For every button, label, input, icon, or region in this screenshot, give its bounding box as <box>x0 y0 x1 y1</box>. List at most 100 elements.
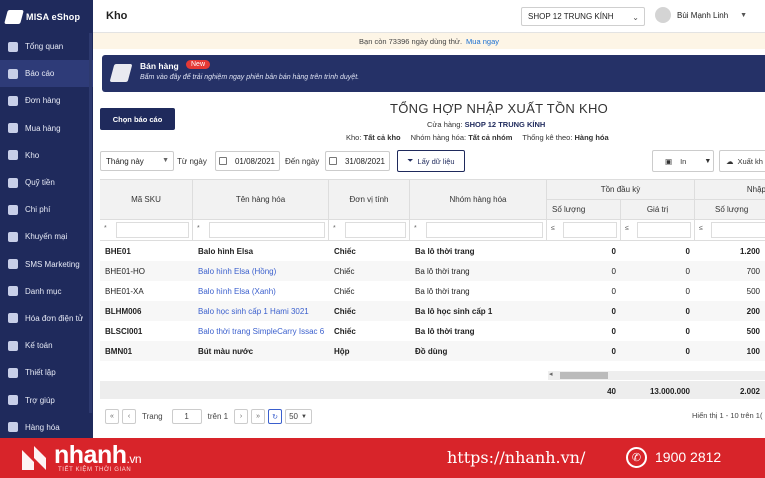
footer-url[interactable]: https://nhanh.vn/ <box>447 448 585 467</box>
sidebar-item[interactable]: Đơn hàng <box>0 87 93 114</box>
sms-icon <box>8 259 18 270</box>
footer-phone[interactable]: 1900 2812 <box>655 449 721 465</box>
filter-input-name[interactable] <box>209 222 325 238</box>
sidebar-item[interactable]: Báo cáo <box>0 60 93 88</box>
last-page-icon[interactable]: » <box>251 409 266 424</box>
cell-name[interactable]: Balo học sinh cấp 1 Hami 3021 <box>193 301 329 321</box>
chevron-down-icon: ▼ <box>704 157 712 165</box>
sidebar-item[interactable]: Chi phí <box>0 196 93 223</box>
table-row[interactable]: BLHM006 Balo học sinh cấp 1 Hami 3021 Chiế… <box>100 301 765 321</box>
sidebar-item-label: SMS Marketing <box>25 259 80 269</box>
sidebar-item-label: Kho <box>25 150 40 160</box>
sidebar-item[interactable]: Tổng quan <box>0 33 93 60</box>
col-header-sku[interactable]: Mã SKU <box>100 180 193 220</box>
stat-label: Thống kê theo: <box>522 133 573 142</box>
filter-operator[interactable]: ≤ <box>551 225 555 232</box>
horizontal-scrollbar[interactable]: ◂ <box>548 371 765 380</box>
scrollbar-thumb[interactable] <box>560 372 608 379</box>
filter-operator[interactable]: ≤ <box>699 225 703 232</box>
cell-sku: BLSCI001 <box>105 326 143 336</box>
filter-cell-opening-val: ≤ <box>621 220 695 241</box>
cell-name[interactable]: Bút màu nước <box>193 341 329 361</box>
to-date-input[interactable]: 31/08/2021 <box>325 151 390 171</box>
sidebar-item[interactable]: Quỹ tiền <box>0 169 93 196</box>
cell-unit: Chiếc <box>334 306 356 316</box>
cell-name[interactable]: Balo hình Elsa (Xanh) <box>193 281 329 301</box>
sidebar-item-label: Danh mục <box>25 286 62 296</box>
filter-input-opening-qty[interactable] <box>563 222 617 238</box>
col-header-name[interactable]: Tên hàng hóa <box>193 180 329 220</box>
next-page-icon[interactable]: › <box>234 409 249 424</box>
filter-operator[interactable]: * <box>104 225 107 232</box>
banner-description: Bấm vào đây để trải nghiệm ngay phiên bả… <box>140 74 360 81</box>
refresh-icon[interactable]: ↻ <box>268 409 283 424</box>
stat-value: Hàng hóa <box>574 133 609 142</box>
prev-page-icon[interactable]: ‹ <box>122 409 136 424</box>
col-header-opening-qty[interactable]: Số lượng <box>547 200 621 220</box>
table-row[interactable]: BLSCI001 Balo thời trang SimpleCarry Issa… <box>100 321 765 341</box>
sidebar-item[interactable]: Mua hàng <box>0 115 93 142</box>
cell-group: Ba lô thời trang <box>415 266 470 276</box>
page-size-select[interactable]: 50 ▼ <box>285 409 313 424</box>
col-header-unit[interactable]: Đơn vị tính <box>329 180 410 220</box>
filter-operator[interactable]: ≤ <box>625 225 629 232</box>
sidebar-item[interactable]: Thiết lập <box>0 359 93 386</box>
filter-input-import-qty[interactable] <box>711 222 765 238</box>
filter-cell-unit: * <box>329 220 410 241</box>
col-header-opening-val[interactable]: Giá trị <box>621 200 695 220</box>
table-row[interactable]: BHE01 Balo hình Elsa Chiếc Ba lô thời trang… <box>100 241 765 261</box>
page-input[interactable]: 1 <box>171 409 202 424</box>
calendar-icon[interactable] <box>329 157 337 165</box>
brand-tagline: TIẾT KIỆM THỜI GIAN <box>58 467 132 473</box>
from-date-input[interactable]: 01/08/2021 <box>215 151 280 171</box>
choose-report-button[interactable]: Chọn báo cáo <box>100 108 175 130</box>
load-data-button[interactable]: ⏷ Lấy dữ liệu <box>397 150 465 172</box>
cell-group: Ba lô thời trang <box>415 326 475 336</box>
sidebar-item[interactable]: Trợ giúp <box>0 386 93 413</box>
filter-operator[interactable]: * <box>333 225 336 232</box>
sidebar-scrollbar[interactable] <box>89 33 92 413</box>
sidebar-item[interactable]: Hàng hóa <box>0 414 93 441</box>
sidebar-item[interactable]: Khuyến mại <box>0 223 93 250</box>
report-table: Mã SKU Tên hàng hóa Đơn vị tính Nhóm hàn… <box>100 179 765 399</box>
filter-input-unit[interactable] <box>345 222 406 238</box>
col-header-import-qty[interactable]: Số lượng <box>695 200 765 220</box>
logo[interactable]: MISA eShop <box>0 0 93 33</box>
filter-operator[interactable]: * <box>414 225 417 232</box>
cell-sku: BHE01-HO <box>105 266 146 276</box>
sidebar-item[interactable]: Hóa đơn điện tử <box>0 305 93 332</box>
accounting-icon <box>8 340 18 351</box>
calendar-icon[interactable] <box>219 157 227 165</box>
print-button[interactable]: ▣ In ▼ <box>652 150 714 172</box>
export-button[interactable]: ☁ Xuất kh <box>719 150 765 172</box>
filter-operator[interactable]: * <box>197 225 200 232</box>
sidebar-item[interactable]: SMS Marketing <box>0 251 93 278</box>
cell-name[interactable]: Balo hình Elsa <box>193 241 329 261</box>
first-page-icon[interactable]: « <box>105 409 119 424</box>
filter-input-group[interactable] <box>426 222 543 238</box>
sidebar-item-label: Thiết lập <box>25 368 56 378</box>
col-header-group[interactable]: Nhóm hàng hóa <box>410 180 547 220</box>
cell-imp: 500 <box>746 326 760 336</box>
store-select[interactable]: SHOP 12 TRUNG KÍNH ⌄ <box>521 7 645 26</box>
cell-name[interactable]: Balo hình Elsa (Hồng) <box>193 261 329 281</box>
scroll-left-icon[interactable]: ◂ <box>549 370 553 378</box>
cell-name[interactable]: Balo thời trang SimpleCarry Issac 6 <box>193 321 329 341</box>
chevron-down-icon: ▼ <box>300 413 307 420</box>
table-row[interactable]: BHE01-HO Balo hình Elsa (Hồng) Chiếc Ba lô … <box>100 261 765 281</box>
filter-input-opening-val[interactable] <box>637 222 691 238</box>
filter-input-sku[interactable] <box>116 222 189 238</box>
buy-now-link[interactable]: Mua ngay <box>466 37 499 46</box>
sidebar-item[interactable]: Kho <box>0 142 93 169</box>
sidebar-item[interactable]: Kế toán <box>0 332 93 359</box>
col-header-import: Nhập <box>695 180 765 200</box>
sales-banner[interactable]: Bán hàng New Bấm vào đây để trải nghiệm … <box>102 55 765 92</box>
period-select[interactable]: Tháng này ▼ <box>100 151 174 171</box>
cell-sku: BMN01 <box>105 346 133 356</box>
user-menu[interactable]: Bùi Mạnh Linh ▼ <box>655 7 747 23</box>
cell-val: 0 <box>685 266 690 276</box>
goods-icon <box>8 422 18 433</box>
table-row[interactable]: BHE01-XA Balo hình Elsa (Xanh) Chiếc Ba lô … <box>100 281 765 301</box>
table-row[interactable]: BMN01 Bút màu nước Hộp Đồ dùng 0 0 100 <box>100 341 765 361</box>
sidebar-item[interactable]: Danh mục <box>0 278 93 305</box>
